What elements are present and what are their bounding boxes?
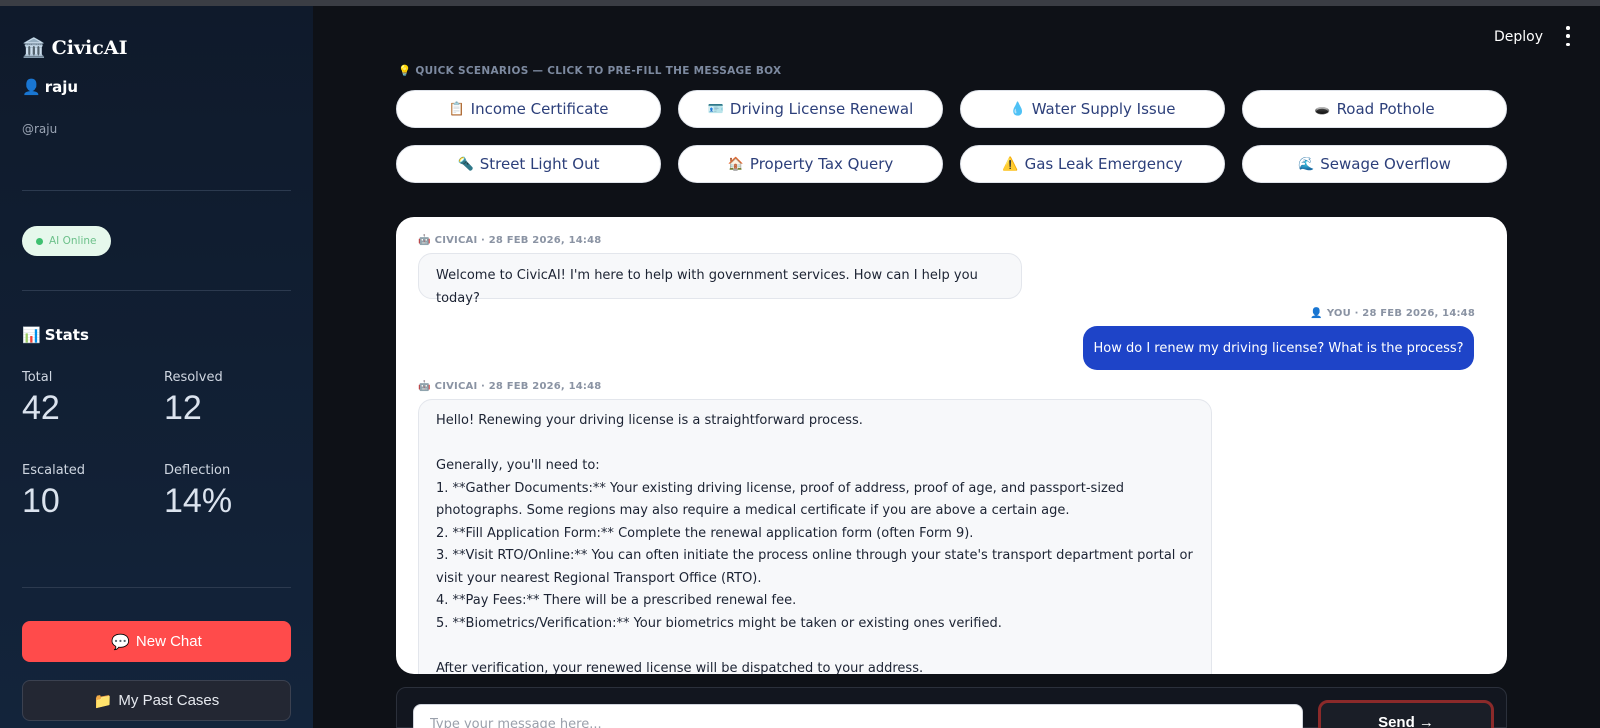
hole-icon: 🕳️ — [1314, 101, 1331, 117]
bar-chart-icon: 📊 — [22, 326, 41, 344]
stat-value: 12 — [164, 389, 202, 427]
robot-icon: 🤖 — [418, 235, 431, 246]
past-cases-label: My Past Cases — [118, 692, 220, 709]
message-meta: 🤖 CIVICAI · 28 FEB 2026, 14:48 — [418, 235, 601, 246]
stat-label: Resolved — [164, 370, 223, 385]
bot-message: Hello! Renewing your driving license is … — [418, 399, 1212, 674]
brand: 🏛️ CivicAI — [22, 36, 127, 59]
house-icon: 🏠 — [727, 156, 744, 172]
stats-title-text: Stats — [44, 326, 89, 344]
folder-icon: 📁 — [93, 692, 113, 710]
status-text: AI Online — [49, 235, 97, 247]
chat-panel[interactable]: 🤖 CIVICAI · 28 FEB 2026, 14:48 Welcome to… — [396, 217, 1507, 674]
stat-value: 14% — [164, 482, 233, 520]
bank-icon: 🏛️ — [22, 37, 46, 59]
status-dot-icon — [36, 237, 43, 245]
stat-label: Deflection — [164, 463, 231, 478]
id-card-icon: 🪪 — [707, 101, 724, 117]
scenario-label: Driving License Renewal — [729, 100, 914, 118]
stat-deflection: Deflection 14% — [164, 463, 232, 521]
message-input[interactable] — [413, 704, 1303, 728]
stat-resolved: Resolved 12 — [164, 370, 223, 428]
divider — [22, 290, 291, 291]
username-text: raju — [44, 78, 79, 96]
scenario-label: Property Tax Query — [749, 155, 894, 173]
user-icon: 👤 — [1310, 308, 1323, 319]
user-message: How do I renew my driving license? What … — [1083, 326, 1474, 370]
warning-icon: ⚠️ — [1002, 156, 1019, 172]
robot-icon: 🤖 — [418, 381, 431, 392]
new-chat-button[interactable]: 💬 New Chat — [22, 621, 291, 662]
flashlight-icon: 🔦 — [457, 156, 474, 172]
brand-name: CivicAI — [51, 37, 128, 59]
scenario-driving-license[interactable]: 🪪 Driving License Renewal — [678, 90, 943, 128]
meta-text: CIVICAI · 28 FEB 2026, 14:48 — [434, 235, 602, 246]
scenarios-title: 💡 QUICK SCENARIOS — CLICK TO PRE-FILL THE… — [398, 64, 781, 77]
scenario-property-tax[interactable]: 🏠 Property Tax Query — [678, 145, 943, 183]
message-meta: 👤 YOU · 28 FEB 2026, 14:48 — [1310, 308, 1475, 319]
droplet-icon: 💧 — [1009, 101, 1026, 117]
message-meta: 🤖 CIVICAI · 28 FEB 2026, 14:48 — [418, 381, 601, 392]
user-handle: @raju — [22, 122, 58, 136]
stat-label: Escalated — [22, 463, 86, 478]
stat-value: 10 — [22, 482, 60, 520]
scenario-income-certificate[interactable]: 📋 Income Certificate — [396, 90, 661, 128]
meta-text: CIVICAI · 28 FEB 2026, 14:48 — [434, 381, 602, 392]
lightbulb-icon: 💡 — [398, 65, 412, 77]
scenario-label: Water Supply Issue — [1031, 100, 1176, 118]
divider — [22, 587, 291, 588]
main-menu-icon[interactable] — [1563, 26, 1573, 46]
user-icon: 👤 — [22, 78, 41, 96]
scenario-gas-leak[interactable]: ⚠️ Gas Leak Emergency — [960, 145, 1225, 183]
scenario-water-supply[interactable]: 💧 Water Supply Issue — [960, 90, 1225, 128]
scenario-label: Sewage Overflow — [1320, 155, 1451, 173]
stat-total: Total 42 — [22, 370, 60, 428]
status-badge: AI Online — [22, 226, 111, 256]
past-cases-button[interactable]: 📁 My Past Cases — [22, 680, 291, 721]
user-name: 👤 raju — [22, 78, 78, 96]
scenario-label: Gas Leak Emergency — [1024, 155, 1183, 173]
stat-value: 42 — [22, 389, 60, 427]
scenario-label: Income Certificate — [470, 100, 609, 118]
scenario-road-pothole[interactable]: 🕳️ Road Pothole — [1242, 90, 1507, 128]
meta-text: YOU · 28 FEB 2026, 14:48 — [1326, 308, 1475, 319]
wave-icon: 🌊 — [1298, 156, 1315, 172]
scenario-label: Street Light Out — [479, 155, 600, 173]
scenario-street-light[interactable]: 🔦 Street Light Out — [396, 145, 661, 183]
stats-title: 📊 Stats — [22, 326, 89, 344]
scenario-label: Road Pothole — [1336, 100, 1435, 118]
bot-message: Welcome to CivicAI! I'm here to help wit… — [418, 253, 1022, 306]
stat-label: Total — [22, 370, 53, 385]
speech-bubble-icon: 💬 — [111, 633, 130, 651]
sidebar: 🏛️ CivicAI 👤 raju @raju AI Online 📊 Stats T… — [0, 6, 313, 728]
message-composer: Send → — [396, 687, 1507, 728]
deploy-button[interactable]: Deploy — [1494, 29, 1543, 45]
clipboard-icon: 📋 — [448, 101, 465, 117]
divider — [22, 190, 291, 191]
new-chat-label: New Chat — [135, 633, 202, 650]
stat-escalated: Escalated 10 — [22, 463, 85, 521]
scenario-sewage-overflow[interactable]: 🌊 Sewage Overflow — [1242, 145, 1507, 183]
send-button[interactable]: Send → — [1318, 700, 1494, 728]
scenarios-title-text: QUICK SCENARIOS — CLICK TO PRE-FILL THE … — [415, 65, 782, 77]
